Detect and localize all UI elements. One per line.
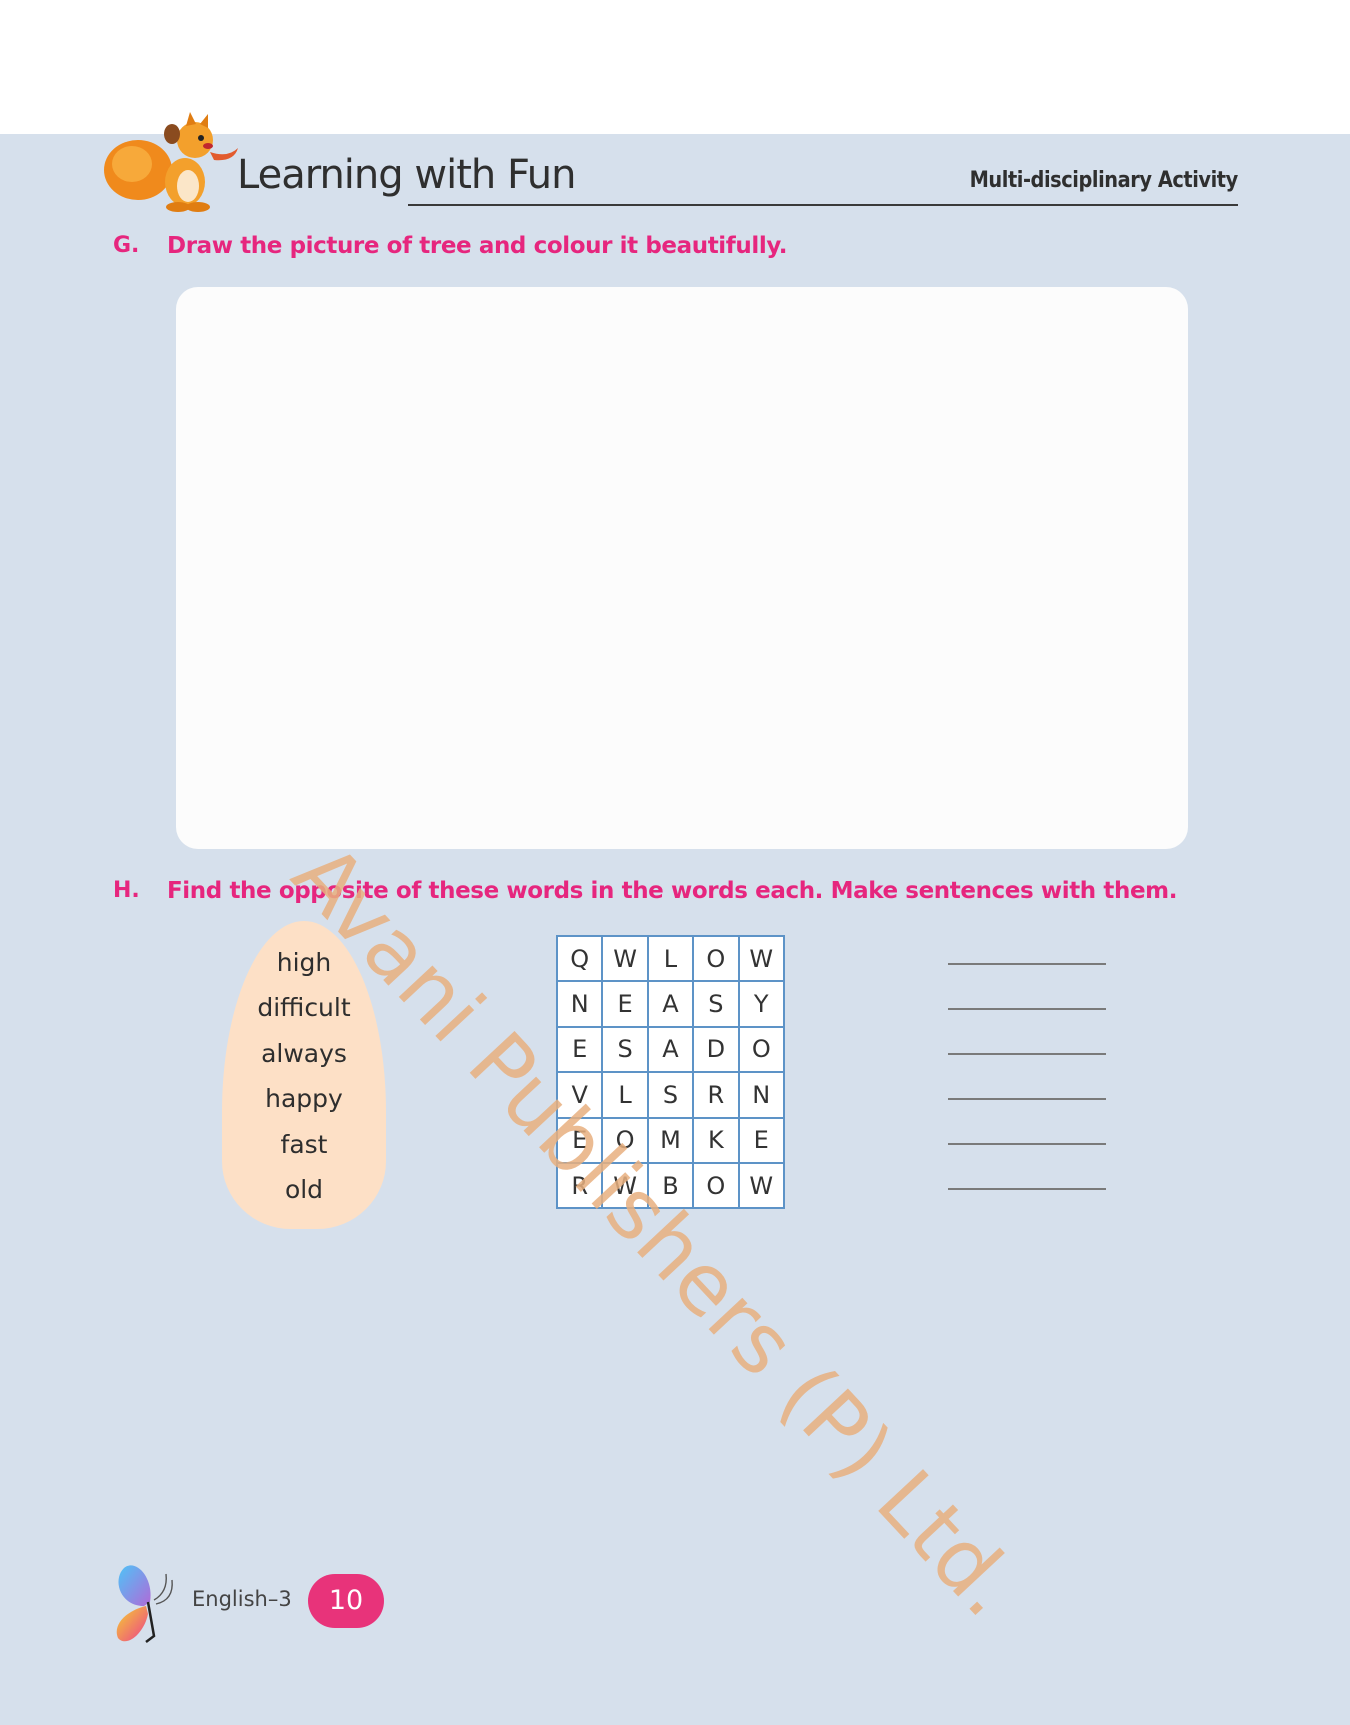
answer-line[interactable] (948, 1143, 1106, 1145)
grid-cell[interactable]: O (601, 1116, 649, 1164)
header-underline (408, 204, 1238, 206)
grid-cell[interactable]: O (692, 1161, 740, 1210)
grid-cell[interactable]: S (601, 1025, 649, 1074)
answer-line[interactable] (948, 1188, 1106, 1190)
grid-cell[interactable]: B (646, 1161, 695, 1210)
word-item: difficult (257, 993, 351, 1023)
grid-row: E S A D O (555, 1025, 785, 1074)
book-name: English–3 (192, 1587, 292, 1611)
grid-row: Q W L O W (555, 934, 785, 983)
grid-cell[interactable]: S (646, 1071, 695, 1119)
question-h-letter: H. (113, 878, 140, 903)
grid-row: E O M K E (555, 1116, 785, 1164)
grid-cell[interactable]: M (646, 1116, 695, 1164)
grid-cell[interactable]: N (555, 980, 604, 1028)
grid-cell[interactable]: E (555, 1116, 604, 1164)
grid-cell[interactable]: L (646, 934, 695, 983)
page-title: Learning with Fun (237, 152, 576, 198)
word-item: high (276, 948, 332, 977)
answer-line[interactable] (948, 1008, 1106, 1010)
grid-cell[interactable]: E (601, 980, 649, 1028)
page-number-badge: 10 (308, 1574, 384, 1628)
activity-tag: Multi-disciplinary Activity (969, 168, 1239, 193)
butterfly-logo-icon (116, 1565, 173, 1643)
word-item: happy (265, 1084, 343, 1114)
word-item: fast (280, 1129, 328, 1159)
grid-cell[interactable]: O (737, 1025, 785, 1074)
grid-cell[interactable]: R (555, 1161, 604, 1210)
grid-cell[interactable]: Q (555, 934, 604, 983)
grid-cell[interactable]: A (646, 980, 695, 1028)
grid-row: R W B O W (555, 1161, 785, 1210)
grid-cell[interactable]: V (555, 1071, 604, 1119)
grid-cell[interactable]: K (692, 1116, 740, 1164)
grid-cell[interactable]: O (692, 934, 740, 983)
grid-row: N E A S Y (555, 980, 785, 1028)
question-g-text: Draw the picture of tree and colour it b… (167, 233, 788, 259)
word-list: high difficult always happy fast old (222, 940, 386, 1212)
grid-cell[interactable]: W (601, 934, 649, 983)
grid-cell[interactable]: L (601, 1071, 649, 1119)
grid-cell[interactable]: Y (737, 980, 785, 1028)
question-h-text: Find the opposite of these words in the … (167, 878, 1178, 904)
grid-cell[interactable]: W (737, 934, 785, 983)
grid-cell[interactable]: N (737, 1071, 785, 1119)
answer-line[interactable] (948, 963, 1106, 965)
word-search-grid: Q W L O W N E A S Y E S A D O V L S R N … (555, 934, 785, 1210)
grid-cell[interactable]: R (692, 1071, 740, 1119)
word-item: always (261, 1038, 347, 1068)
grid-cell[interactable]: D (692, 1025, 740, 1074)
grid-cell[interactable]: S (692, 980, 740, 1028)
grid-cell[interactable]: E (555, 1025, 604, 1074)
word-item: old (284, 1174, 324, 1204)
grid-cell[interactable]: E (737, 1116, 785, 1164)
grid-row: V L S R N (555, 1071, 785, 1119)
answer-line[interactable] (948, 1053, 1106, 1055)
drawing-area[interactable] (176, 287, 1188, 849)
grid-cell[interactable]: W (737, 1161, 785, 1210)
grid-cell[interactable]: W (601, 1161, 649, 1210)
squirrel-mascot-icon (104, 112, 238, 212)
grid-cell[interactable]: A (646, 1025, 695, 1074)
answer-line[interactable] (948, 1098, 1106, 1100)
question-g-letter: G. (113, 233, 140, 258)
